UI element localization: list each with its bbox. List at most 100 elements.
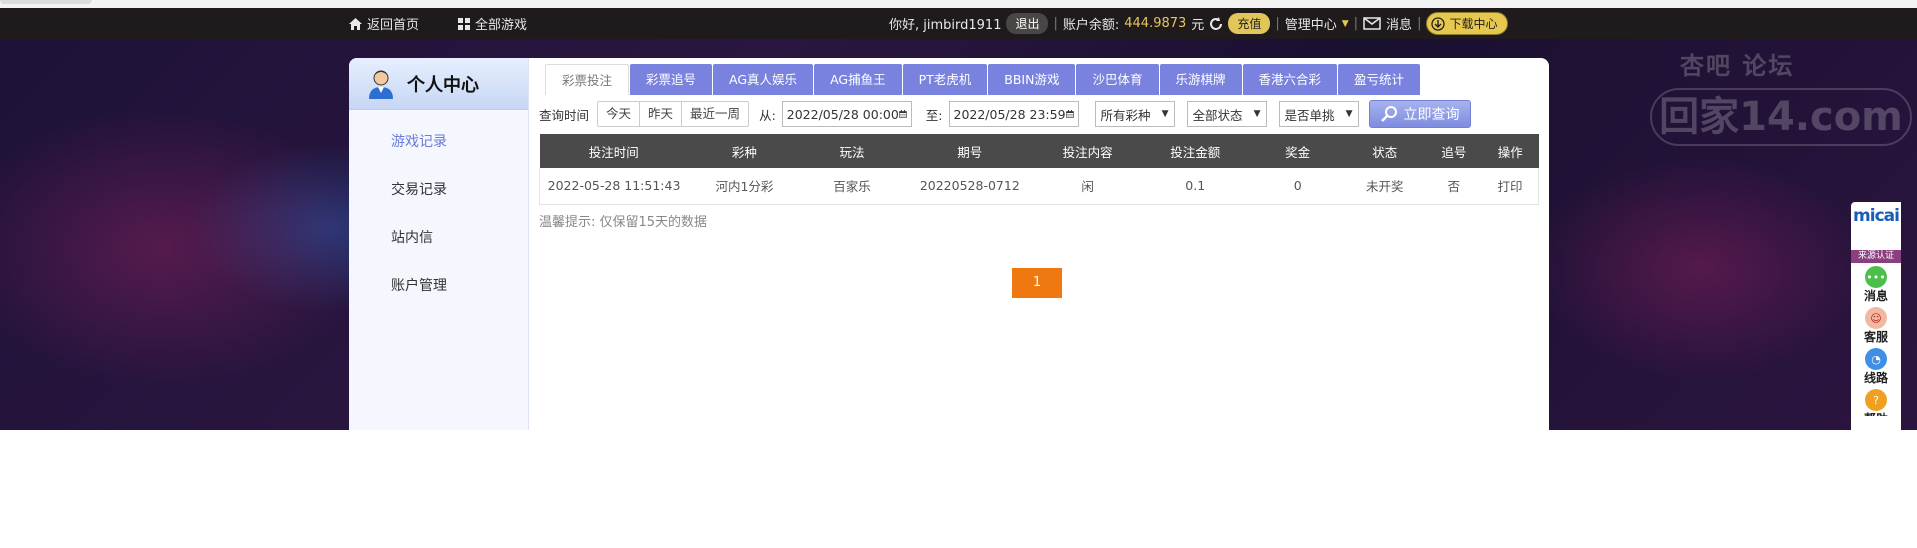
page: 返回首页 全部游戏 你好, jimbird1911 退出 | 账户余额: 444… bbox=[0, 0, 1917, 548]
manage-center-menu[interactable]: 管理中心 bbox=[1285, 14, 1337, 33]
balance-value: 444.9873 bbox=[1124, 16, 1187, 31]
greeting: 你好, jimbird1911 bbox=[889, 18, 1002, 33]
col-prize: 奖金 bbox=[1251, 134, 1344, 168]
sidebar-item-transactions[interactable]: 交易记录 bbox=[349, 166, 528, 214]
recharge-button[interactable]: 充值 bbox=[1228, 13, 1271, 34]
col-lottery: 彩种 bbox=[688, 134, 801, 168]
tab-pt-slots[interactable]: PT老虎机 bbox=[902, 64, 988, 95]
today-button[interactable]: 今天 bbox=[598, 102, 641, 126]
to-label: 至: bbox=[925, 107, 943, 123]
to-date-value: 2022/05/28 23:59 bbox=[953, 106, 1066, 122]
home-icon bbox=[349, 17, 362, 30]
tab-lottery-chase[interactable]: 彩票追号 bbox=[630, 64, 713, 95]
mail-icon[interactable] bbox=[1363, 17, 1381, 30]
query-button[interactable]: 立即查询 bbox=[1368, 100, 1471, 128]
divider: | bbox=[1353, 16, 1359, 31]
last-week-button[interactable]: 最近一周 bbox=[682, 102, 748, 126]
to-date-input[interactable]: 2022/05/28 23:59 bbox=[948, 101, 1079, 127]
lottery-type-value: 所有彩种 bbox=[1100, 107, 1151, 123]
rightbar-help[interactable]: ? 帮助 bbox=[1851, 386, 1901, 416]
query-button-label: 立即查询 bbox=[1403, 107, 1460, 123]
all-games-link[interactable]: 全部游戏 bbox=[458, 8, 527, 39]
sidebar-nav: 游戏记录 交易记录 站内信 账户管理 bbox=[349, 110, 528, 310]
sidebar-item-account[interactable]: 账户管理 bbox=[349, 262, 528, 310]
page-button-1[interactable]: 1 bbox=[1012, 268, 1062, 298]
agent-avatar-icon: ☺ bbox=[1865, 307, 1887, 329]
yesterday-button[interactable]: 昨天 bbox=[640, 102, 683, 126]
col-chase: 追号 bbox=[1425, 134, 1483, 168]
micai-logo-text: micai bbox=[1853, 206, 1900, 226]
status-value: 全部状态 bbox=[1192, 107, 1243, 123]
watermark-line2: 回家14.com bbox=[1650, 88, 1912, 146]
single-pick-select[interactable]: 是否单挑 ▼ bbox=[1278, 101, 1359, 127]
single-pick-value: 是否单挑 bbox=[1284, 107, 1335, 123]
tab-hk-mark-six[interactable]: 香港六合彩 bbox=[1242, 64, 1338, 95]
col-status: 状态 bbox=[1343, 134, 1426, 168]
cell-play: 百家乐 bbox=[800, 168, 904, 205]
from-label: 从: bbox=[759, 107, 776, 123]
lottery-type-select[interactable]: 所有彩种 ▼ bbox=[1094, 101, 1175, 127]
tab-profit-stats[interactable]: 盈亏统计 bbox=[1338, 64, 1421, 95]
logout-button[interactable]: 退出 bbox=[1006, 13, 1049, 34]
help-icon: ? bbox=[1865, 389, 1887, 411]
user-area: 你好, jimbird1911 退出 | 账户余额: 444.9873 元 充值… bbox=[889, 8, 1509, 39]
sidebar-item-inbox[interactable]: 站内信 bbox=[349, 214, 528, 262]
divider: | bbox=[1417, 16, 1422, 31]
date-shortcuts: 今天 昨天 最近一周 bbox=[597, 101, 750, 127]
calendar-icon[interactable] bbox=[899, 106, 907, 122]
cell-status: 未开奖 bbox=[1343, 168, 1426, 205]
tab-bar: 彩票投注 彩票追号 AG真人娱乐 AG捕鱼王 PT老虎机 BBIN游戏 沙巴体育… bbox=[545, 64, 1421, 95]
tab-ag-live[interactable]: AG真人娱乐 bbox=[713, 64, 814, 95]
divider: | bbox=[1275, 16, 1280, 31]
rightbar-routes-label: 线路 bbox=[1863, 371, 1888, 385]
cell-lottery: 河内1分彩 bbox=[688, 168, 801, 205]
source-verify-link[interactable]: 来源认证 bbox=[1851, 250, 1901, 263]
chat-icon: ••• bbox=[1865, 266, 1887, 288]
tab-lottery-bets[interactable]: 彩票投注 bbox=[545, 64, 630, 95]
status-select[interactable]: 全部状态 ▼ bbox=[1186, 101, 1267, 127]
currency-label: 元 bbox=[1191, 18, 1205, 33]
sidebar: 个人中心 游戏记录 交易记录 站内信 账户管理 bbox=[349, 58, 529, 430]
micai-logo[interactable]: micai bbox=[1851, 202, 1901, 250]
cell-chase: 否 bbox=[1425, 168, 1483, 205]
sidebar-item-game-records[interactable]: 游戏记录 bbox=[349, 118, 528, 166]
sidebar-title: 个人中心 bbox=[407, 74, 479, 96]
tab-saba-sports[interactable]: 沙巴体育 bbox=[1076, 64, 1159, 95]
tip-text: 温馨提示: 仅保留15天的数据 bbox=[539, 215, 708, 230]
speedometer-icon: ◔ bbox=[1865, 348, 1887, 370]
col-play: 玩法 bbox=[800, 134, 904, 168]
calendar-icon[interactable] bbox=[1065, 106, 1074, 122]
messages-link[interactable]: 消息 bbox=[1386, 14, 1412, 33]
download-icon bbox=[1431, 16, 1446, 31]
cell-bet-time: 2022-05-28 11:51:43 bbox=[539, 168, 689, 205]
download-center-button[interactable]: 下载中心 bbox=[1426, 12, 1509, 35]
cell-content: 闲 bbox=[1036, 168, 1139, 205]
tab-ag-fishing[interactable]: AG捕鱼王 bbox=[814, 64, 902, 95]
print-link[interactable]: 打印 bbox=[1482, 168, 1540, 205]
tab-bbin[interactable]: BBIN游戏 bbox=[988, 64, 1076, 95]
tab-leyou-chess[interactable]: 乐游棋牌 bbox=[1159, 64, 1242, 95]
refresh-icon[interactable] bbox=[1209, 16, 1223, 31]
user-icon bbox=[369, 70, 393, 99]
home-link[interactable]: 返回首页 bbox=[349, 8, 419, 39]
search-icon bbox=[1380, 106, 1397, 122]
watermark: 杏吧 论坛 回家14.com bbox=[1640, 42, 1912, 152]
col-amount: 投注金额 bbox=[1138, 134, 1252, 168]
right-floating-bar: micai 来源认证 ••• 消息 ☺ 客服 ◔ 线路 ? 帮助 bbox=[1851, 202, 1901, 430]
rightbar-help-label: 帮助 bbox=[1851, 411, 1901, 416]
cell-prize: 0 bbox=[1251, 168, 1344, 205]
caret-down-icon[interactable]: ▼ bbox=[1342, 19, 1349, 29]
rightbar-routes[interactable]: ◔ 线路 bbox=[1851, 345, 1901, 386]
from-date-input[interactable]: 2022/05/28 00:00 bbox=[781, 101, 912, 127]
main-panel: 个人中心 游戏记录 交易记录 站内信 账户管理 彩票投注 彩票追号 AG真人娱乐… bbox=[349, 58, 1549, 430]
top-bar: 返回首页 全部游戏 你好, jimbird1911 退出 | 账户余额: 444… bbox=[0, 8, 1917, 39]
content-area: 彩票投注 彩票追号 AG真人娱乐 AG捕鱼王 PT老虎机 BBIN游戏 沙巴体育… bbox=[529, 58, 1549, 430]
table-row: 2022-05-28 11:51:43 河内1分彩 百家乐 20220528-0… bbox=[539, 168, 1540, 205]
home-label: 返回首页 bbox=[367, 18, 420, 33]
caret-down-icon: ▼ bbox=[1345, 109, 1353, 119]
rightbar-service[interactable]: ☺ 客服 bbox=[1851, 304, 1901, 345]
rightbar-messages[interactable]: ••• 消息 bbox=[1851, 263, 1901, 304]
col-content: 投注内容 bbox=[1036, 134, 1139, 168]
download-label: 下载中心 bbox=[1449, 17, 1498, 31]
balance-label: 账户余额: bbox=[1062, 18, 1120, 33]
